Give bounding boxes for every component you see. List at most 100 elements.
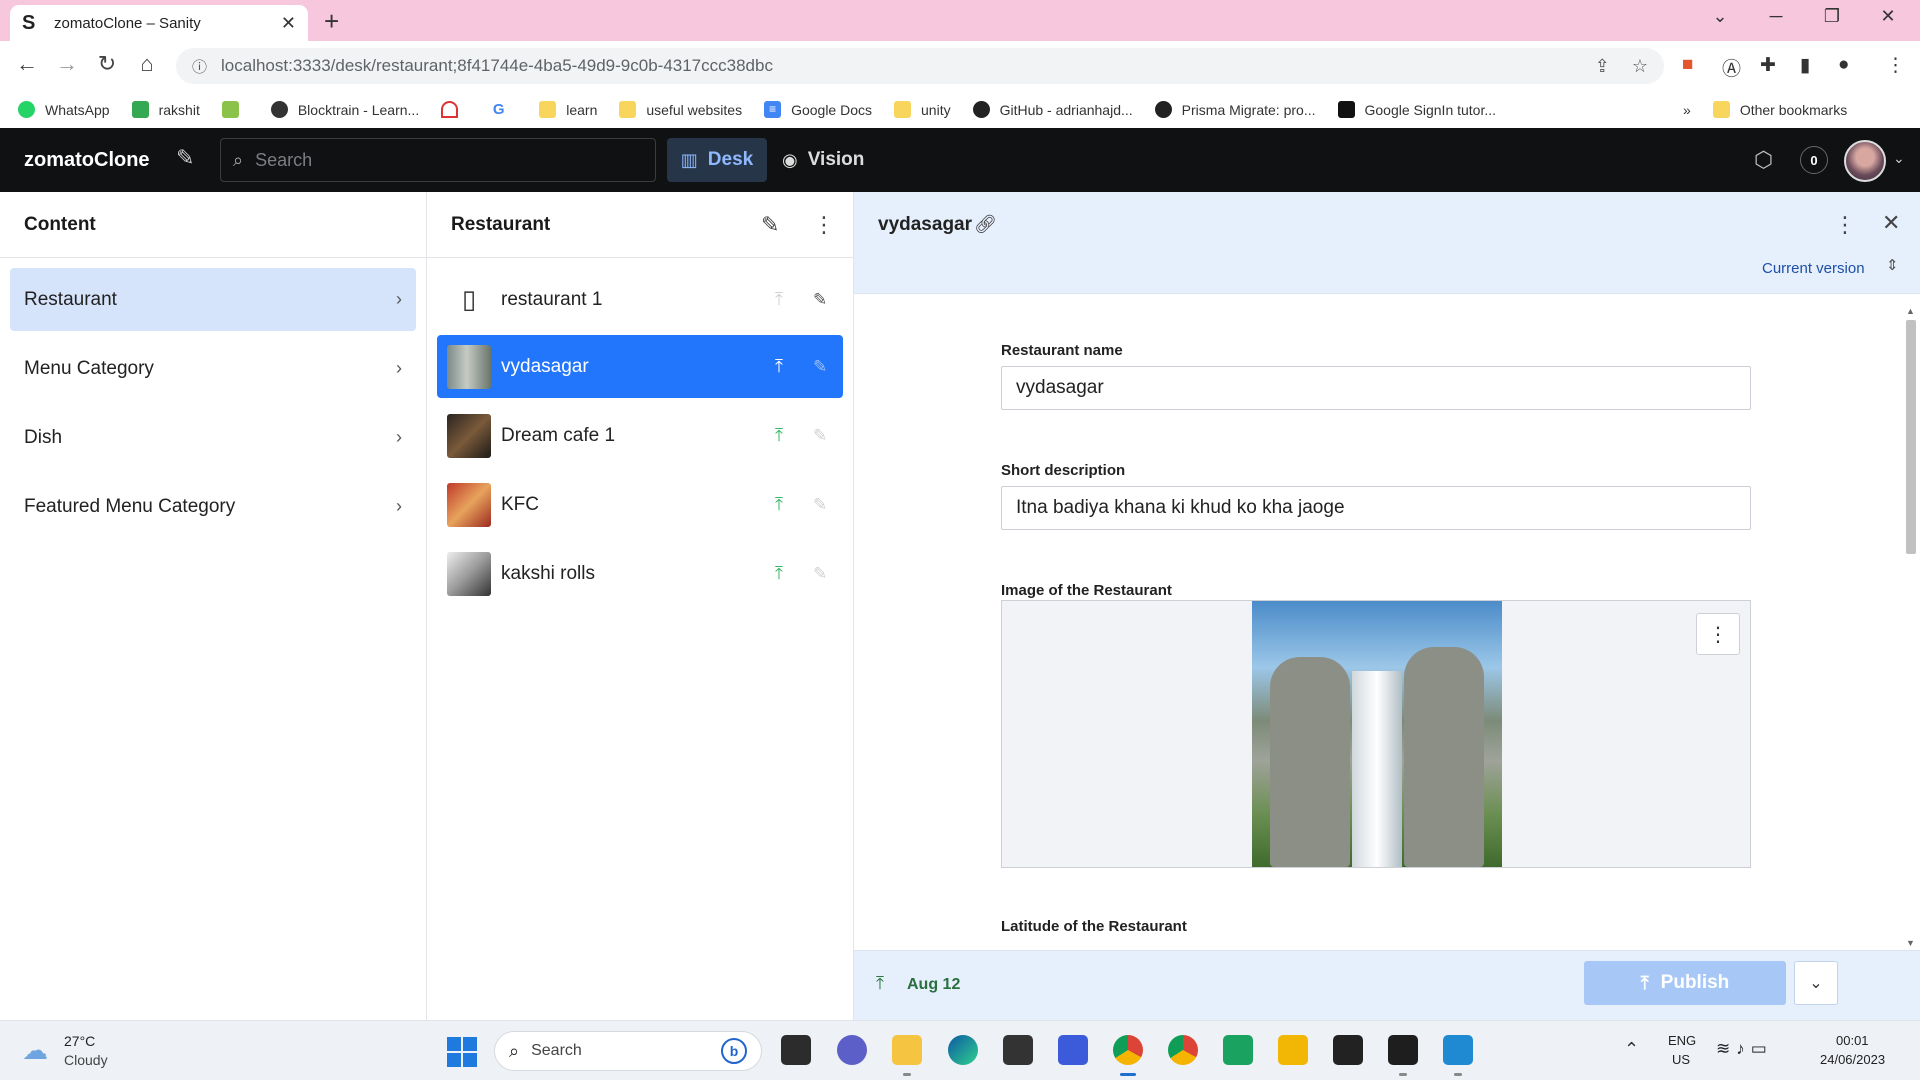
document-item[interactable]: kakshi rolls ⤒ ✎ — [437, 542, 843, 605]
document-menu-icon[interactable]: ⋮ — [1834, 212, 1856, 238]
bookmark-download[interactable] — [221, 101, 249, 118]
language-indicator[interactable]: ENG — [1668, 1033, 1696, 1048]
chevron-up-icon[interactable]: ⌃ — [1624, 1039, 1639, 1060]
app-icon[interactable] — [1278, 1035, 1308, 1065]
document-item[interactable]: Dream cafe 1 ⤒ ✎ — [437, 404, 843, 467]
content-item-featured-menu-category[interactable]: Featured Menu Category › — [10, 475, 416, 538]
window-close-icon[interactable]: ✕ — [1868, 6, 1908, 27]
minimize-icon[interactable]: ─ — [1756, 6, 1796, 27]
create-document-icon[interactable]: ✎ — [761, 212, 779, 238]
bookmark-whatsapp[interactable]: WhatsApp — [18, 101, 110, 118]
address-bar[interactable]: ⓘ localhost:3333/desk/restaurant;8f41744… — [176, 48, 1664, 84]
publish-button[interactable]: ⤒ Publish — [1584, 961, 1786, 1005]
extensions-puzzle-icon[interactable]: ✚ — [1760, 54, 1776, 77]
bookmark-google[interactable]: G — [490, 101, 517, 118]
chevron-up-down-icon[interactable]: ⇕ — [1886, 256, 1899, 274]
publish-status-icon: ⤒ — [775, 356, 783, 376]
start-button-icon[interactable] — [447, 1037, 477, 1067]
scroll-thumb[interactable] — [1906, 320, 1916, 554]
bookmark-speed[interactable] — [441, 101, 468, 118]
system-tray-icons[interactable]: ≋♪▭ — [1716, 1039, 1773, 1059]
image-options-icon[interactable]: ⋮ — [1696, 613, 1740, 655]
link-icon[interactable]: 🔗︎ — [974, 214, 997, 235]
content-item-restaurant[interactable]: Restaurant › — [10, 268, 416, 331]
document-item[interactable]: KFC ⤒ ✎ — [437, 473, 843, 536]
bookmarks-overflow[interactable]: » — [1683, 102, 1691, 118]
file-explorer-icon[interactable] — [892, 1035, 922, 1065]
site-info-icon[interactable]: ⓘ — [192, 56, 207, 77]
forward-icon[interactable]: → — [52, 51, 82, 77]
bookmark-google-signin[interactable]: Google SignIn tutor... — [1337, 101, 1496, 118]
edge-icon[interactable] — [948, 1035, 978, 1065]
bookmark-google-docs[interactable]: ≡ Google Docs — [764, 101, 872, 118]
clock-time[interactable]: 00:01 — [1836, 1033, 1869, 1048]
browser-toolbar: ← → ↻ ⌂ ⓘ localhost:3333/desk/restaurant… — [0, 41, 1920, 91]
chrome-menu-icon[interactable]: ⋮ — [1886, 54, 1905, 77]
scrollbar[interactable]: ▲ ▼ — [1904, 306, 1918, 950]
scroll-up-icon[interactable]: ▲ — [1906, 306, 1915, 316]
bookmark-other[interactable]: Other bookmarks — [1712, 101, 1847, 118]
app-icon[interactable] — [1058, 1035, 1088, 1065]
bookmark-github[interactable]: GitHub - adrianhajd... — [972, 101, 1133, 118]
document-item[interactable]: ▯ restaurant 1 ⤒ ✎ — [437, 268, 843, 331]
tool-vision[interactable]: ◉ Vision — [782, 138, 864, 182]
profile-icon[interactable]: ● — [1838, 54, 1849, 76]
studio-logo[interactable]: zomatoClone — [24, 149, 150, 172]
bookmark-useful-websites[interactable]: useful websites — [619, 101, 742, 118]
document-form: Restaurant name vydasagar Short descript… — [854, 294, 1920, 950]
sticky-notes-icon[interactable] — [1333, 1035, 1363, 1065]
browser-tab[interactable]: S zomatoClone – Sanity ✕ — [10, 5, 308, 41]
chrome-profile-icon[interactable] — [1168, 1035, 1198, 1065]
close-icon[interactable]: ✕ — [1882, 210, 1900, 236]
clock-date[interactable]: 24/06/2023 — [1820, 1052, 1885, 1067]
home-icon[interactable]: ⌂ — [132, 51, 162, 77]
published-date[interactable]: Aug 12 — [907, 976, 960, 994]
bookmark-blocktrain[interactable]: Blocktrain - Learn... — [270, 101, 419, 118]
extension-icon[interactable]: ■ — [1682, 54, 1693, 76]
translate-extension-icon[interactable]: Ⓐ — [1722, 54, 1741, 81]
content-item-dish[interactable]: Dish › — [10, 406, 416, 469]
tab-search-icon[interactable]: ⌄ — [1700, 6, 1740, 27]
restaurant-name-input[interactable]: vydasagar — [1001, 366, 1751, 410]
taskbar-search-input[interactable]: ⌕ Search b — [494, 1031, 762, 1071]
chat-app-icon[interactable] — [1223, 1035, 1253, 1065]
tool-desk[interactable]: ▥ Desk — [667, 138, 767, 182]
dev-icon — [1337, 101, 1355, 118]
unity-icon[interactable] — [1003, 1035, 1033, 1065]
search-icon: ⌕ — [233, 149, 244, 170]
document-item[interactable]: vydasagar ⤒ ✎ — [437, 335, 843, 398]
bookmark-prisma[interactable]: Prisma Migrate: pro... — [1154, 101, 1316, 118]
language-region[interactable]: US — [1672, 1052, 1690, 1067]
notification-badge[interactable]: 0 — [1800, 146, 1828, 174]
task-view-icon[interactable] — [781, 1035, 811, 1065]
back-icon[interactable]: ← — [12, 51, 42, 77]
global-search-input[interactable]: ⌕ Search — [220, 138, 656, 182]
share-icon[interactable]: ⇪ — [1595, 56, 1610, 77]
user-avatar[interactable] — [1844, 140, 1886, 182]
bookmark-unity[interactable]: unity — [894, 101, 951, 118]
scroll-down-icon[interactable]: ▼ — [1906, 938, 1915, 948]
restore-icon[interactable]: ❐ — [1812, 6, 1852, 27]
image-input[interactable]: ⋮ — [1001, 600, 1751, 868]
new-tab-icon[interactable]: + — [324, 6, 339, 37]
chat-icon[interactable] — [837, 1035, 867, 1065]
folder-icon — [894, 101, 912, 118]
terminal-icon[interactable] — [1388, 1035, 1418, 1065]
chevron-down-icon[interactable]: ⌄ — [1893, 150, 1905, 167]
vscode-icon[interactable] — [1443, 1035, 1473, 1065]
cube-icon[interactable]: ⬡ — [1754, 147, 1773, 173]
version-selector[interactable]: Current version — [1762, 260, 1865, 277]
bookmark-learn[interactable]: learn — [539, 101, 597, 118]
pane-menu-icon[interactable]: ⋮ — [813, 212, 835, 238]
bookmark-rakshit[interactable]: rakshit — [131, 101, 200, 118]
more-actions-chevron-icon[interactable]: ⌄ — [1794, 961, 1838, 1005]
tab-close-icon[interactable]: ✕ — [281, 13, 296, 34]
short-description-input[interactable]: Itna badiya khana ki khud ko kha jaoge — [1001, 486, 1751, 530]
chrome-icon[interactable] — [1113, 1035, 1143, 1065]
side-panel-icon[interactable]: ▮ — [1800, 54, 1810, 77]
bookmark-star-icon[interactable]: ☆ — [1632, 56, 1648, 77]
cloud-icon[interactable]: ☁ — [22, 1035, 48, 1066]
reload-icon[interactable]: ↻ — [92, 51, 122, 77]
content-item-menu-category[interactable]: Menu Category › — [10, 337, 416, 400]
compose-icon[interactable]: ✎ — [176, 145, 194, 171]
